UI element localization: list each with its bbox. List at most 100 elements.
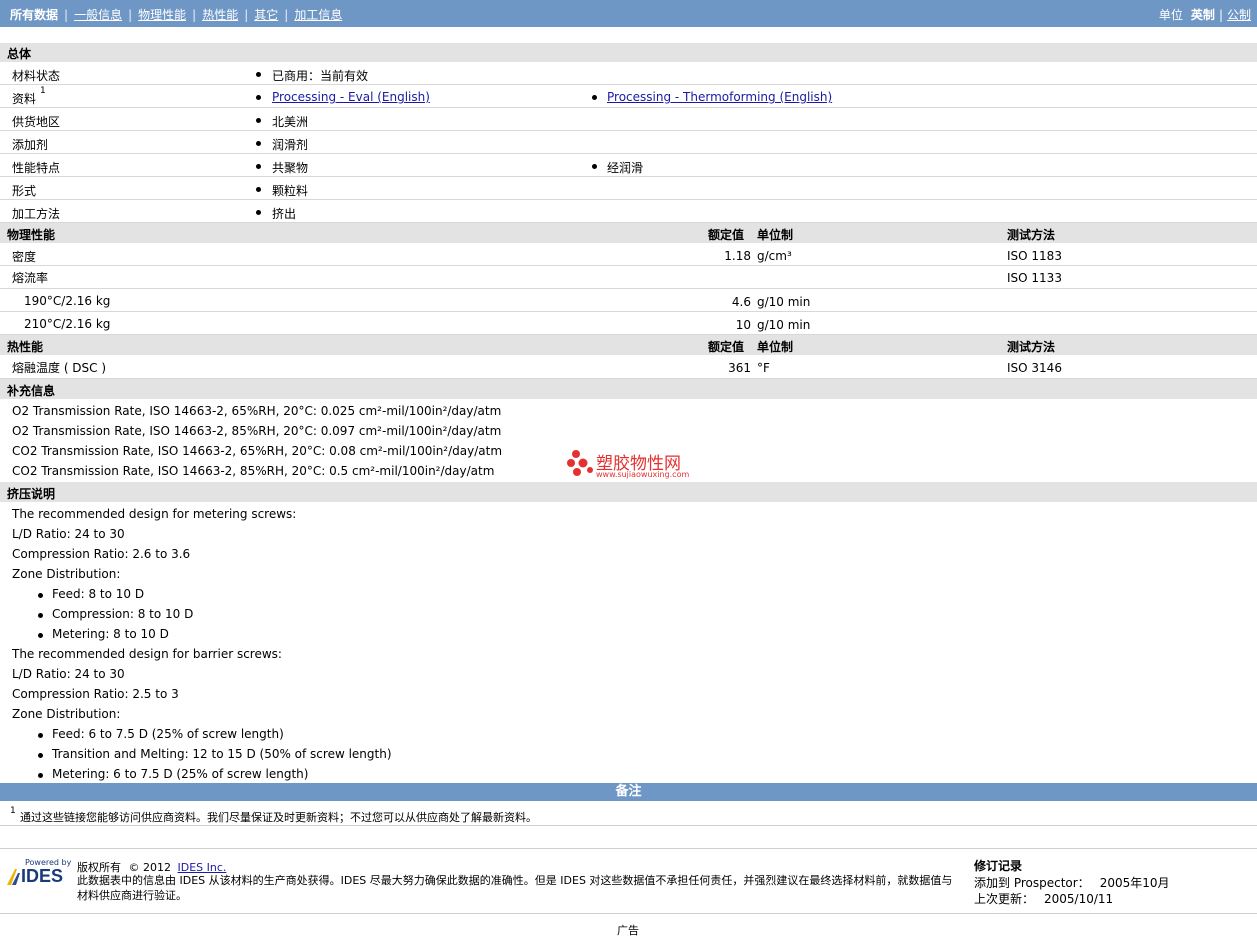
updated-label: 上次更新：	[974, 892, 1035, 906]
footnote-text: 通过这些链接您能够访问供应商资料。我们尽量保证及时更新资料；不过您可以从供应商处…	[20, 811, 537, 824]
extrusion-line: L/D Ratio: 24 to 30	[12, 527, 125, 541]
test-method: ISO 1133	[1007, 271, 1062, 285]
tab-other[interactable]: 其它	[254, 8, 278, 22]
section-general: 总体	[0, 43, 1257, 62]
section-title: 物理性能	[7, 228, 56, 242]
disclaimer-text: 此数据表中的信息由 IDES 从该材料的生产商处获得。IDES 尽最大努力确保此…	[77, 874, 953, 902]
row-value: 已商用：当前有效	[272, 69, 369, 83]
divider	[0, 913, 1257, 914]
unit-imperial[interactable]: 英制	[1191, 8, 1215, 22]
zone-item: Feed: 6 to 7.5 D (25% of screw length)	[52, 727, 284, 741]
property-label: 密度	[12, 250, 37, 264]
property-unit: g/10 min	[757, 295, 811, 309]
bullet-icon	[256, 164, 261, 169]
added-value: 2005年10月	[1099, 876, 1170, 890]
watermark-dots-icon	[567, 450, 593, 476]
bullet-icon	[38, 753, 43, 758]
property-label: 210°C/2.16 kg	[24, 317, 111, 331]
bullet-icon	[256, 118, 261, 123]
property-value: 10	[735, 318, 751, 332]
row-label: 材料状态	[12, 69, 61, 83]
section-title: 挤压说明	[7, 487, 56, 501]
footnote-marker: 1	[10, 806, 16, 816]
tab-processing-info[interactable]: 加工信息	[294, 8, 342, 22]
supplement-line: O2 Transmission Rate, ISO 14663-2, 65%RH…	[12, 404, 502, 418]
general-row: 材料状态 已商用：当前有效	[0, 62, 1257, 85]
property-unit: °F	[757, 361, 770, 375]
bullet-icon	[592, 95, 597, 100]
property-label: 熔流率	[12, 271, 49, 285]
units-label: 单位	[1158, 8, 1183, 22]
property-value: 1.18	[724, 249, 751, 263]
watermark-logo: 塑胶物性网 www.sujiaowuxing.com	[566, 447, 701, 481]
test-method: ISO 1183	[1007, 249, 1062, 263]
extrusion-line: The recommended design for barrier screw…	[12, 647, 282, 661]
added-to-prospector: 添加到 Prospector： 2005年10月	[974, 874, 1170, 891]
section-physical: 物理性能 额定值 单位制 测试方法	[0, 223, 1257, 243]
tab-separator: |	[128, 8, 133, 22]
general-row: 性能特点 共聚物 经润滑	[0, 154, 1257, 177]
row-label: 供货地区	[12, 115, 61, 129]
notes-header: 备注	[0, 783, 1257, 801]
section-title: 热性能	[7, 340, 44, 354]
property-row: 210°C/2.16 kg 10 g/10 min	[0, 312, 1257, 335]
row-value: 颗粒料	[272, 184, 309, 198]
section-supplement: 补充信息	[0, 379, 1257, 399]
bullet-icon	[38, 733, 43, 738]
bullet-icon	[256, 95, 261, 100]
unit-separator: |	[1218, 8, 1223, 22]
general-row: 添加剂 润滑剂	[0, 131, 1257, 154]
property-row: 密度 1.18 g/cm³ ISO 1183	[0, 243, 1257, 266]
row-value: 润滑剂	[272, 138, 309, 152]
zone-item: Compression: 8 to 10 D	[52, 607, 194, 621]
supplement-line: CO2 Transmission Rate, ISO 14663-2, 85%R…	[12, 464, 495, 478]
section-extrusion: 挤压说明	[0, 482, 1257, 502]
row-label: 性能特点	[12, 161, 61, 175]
extrusion-line: Compression Ratio: 2.5 to 3	[12, 687, 179, 701]
tab-general-info[interactable]: 一般信息	[74, 8, 122, 22]
tab-all-data[interactable]: 所有数据	[10, 8, 58, 22]
zone-item: Transition and Melting: 12 to 15 D (50% …	[52, 747, 392, 761]
property-unit: g/10 min	[757, 318, 811, 332]
ides-logo-text: IDES	[21, 866, 64, 886]
tab-separator: |	[64, 8, 69, 22]
top-nav-bar: 所有数据 | 一般信息 | 物理性能 | 热性能 | 其它 | 加工信息 单位 英制 | 公制	[0, 0, 1257, 27]
bullet-icon	[256, 72, 261, 77]
property-unit: g/cm³	[757, 249, 792, 263]
tab-separator: |	[192, 8, 197, 22]
general-row: 资料 1 Processing - Eval (English) Processing…	[0, 85, 1257, 108]
general-row: 供货地区 北美洲	[0, 108, 1257, 131]
bullet-icon	[256, 210, 261, 215]
added-label: 添加到 Prospector：	[974, 876, 1090, 890]
bottom-text: 广告	[617, 924, 639, 937]
tab-separator: |	[244, 8, 249, 22]
bullet-icon	[256, 141, 261, 146]
tab-separator: |	[284, 8, 289, 22]
bullet-icon	[38, 613, 43, 618]
row-label: 加工方法	[12, 207, 61, 221]
bullet-icon	[38, 593, 43, 598]
general-row: 形式 颗粒料	[0, 177, 1257, 200]
document-link[interactable]: Processing - Thermoforming (English)	[607, 90, 832, 104]
tab-thermal[interactable]: 热性能	[202, 8, 238, 22]
col-header-value: 额定值	[708, 340, 745, 354]
extrusion-line: Compression Ratio: 2.6 to 3.6	[12, 547, 191, 561]
divider	[0, 825, 1257, 826]
zone-item: Metering: 6 to 7.5 D (25% of screw lengt…	[52, 767, 309, 781]
document-link[interactable]: Processing - Eval (English)	[272, 90, 430, 104]
extrusion-line: Zone Distribution:	[12, 567, 121, 581]
row-value: 北美洲	[272, 115, 309, 129]
col-header-unit: 单位制	[757, 228, 794, 242]
updated-value: 2005/10/11	[1044, 892, 1114, 906]
property-value: 4.6	[731, 295, 751, 309]
row-value: 挤出	[272, 207, 297, 221]
test-method: ISO 3146	[1007, 361, 1062, 375]
tab-physical[interactable]: 物理性能	[138, 8, 186, 22]
unit-metric[interactable]: 公制	[1227, 8, 1251, 22]
zone-item: Metering: 8 to 10 D	[52, 627, 169, 641]
row-value: 经润滑	[607, 161, 644, 175]
row-value: 共聚物	[272, 161, 309, 175]
bullet-icon	[592, 164, 597, 169]
divider	[0, 848, 1257, 849]
section-title: 总体	[7, 47, 32, 61]
